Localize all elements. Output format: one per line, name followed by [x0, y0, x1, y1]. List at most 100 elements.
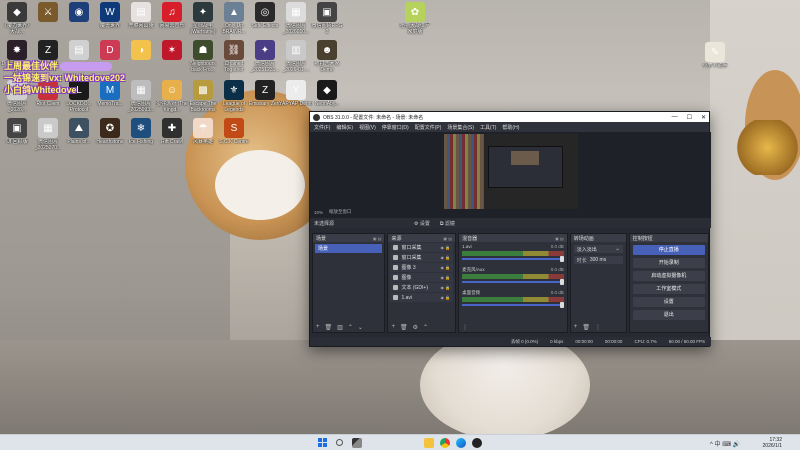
- source-item[interactable]: 1.avi ◉ 🔒: [390, 293, 454, 302]
- add-transition-icon[interactable]: +: [574, 324, 578, 330]
- desktop-icon[interactable]: ✦ 星际战甲 (Warframe): [188, 2, 218, 40]
- edge-icon[interactable]: [456, 438, 466, 448]
- system-tray[interactable]: ^ 中 ⌨ 🔊: [710, 439, 740, 448]
- volume-slider[interactable]: [462, 281, 564, 283]
- source-item[interactable]: 窗口采集 ◉ 🔒: [390, 243, 454, 252]
- mixer-menu-icon[interactable]: ⋮: [462, 324, 468, 331]
- desktop-icon[interactable]: ▣ UI 回顾版: [2, 118, 32, 156]
- task-view-icon[interactable]: [352, 438, 362, 448]
- studio-mode-button[interactable]: 工作室模式: [632, 284, 705, 294]
- settings-button[interactable]: 设置: [632, 297, 705, 307]
- remove-transition-icon[interactable]: 🗑: [582, 324, 590, 331]
- preview-canvas[interactable]: [444, 134, 578, 209]
- exit-button[interactable]: 退出: [632, 310, 705, 320]
- add-scene-icon[interactable]: +: [316, 324, 320, 330]
- desktop-icon[interactable]: ✪ Hearthstone: [95, 118, 125, 156]
- duration-field[interactable]: 时长 300 ms: [573, 256, 623, 264]
- scene-filters-icon[interactable]: ▥: [337, 324, 343, 331]
- source-settings-button[interactable]: ⚙ 设置: [414, 220, 430, 227]
- desktop-icon[interactable]: ▥ 微信图片_2026-01-...: [281, 40, 311, 78]
- menu-tools[interactable]: 工具(T): [480, 124, 496, 131]
- desktop-icon[interactable]: ⛓ Chained Together: [219, 40, 249, 78]
- transition-menu-icon[interactable]: ⋮: [595, 324, 601, 331]
- source-item[interactable]: 图像 3 ◉ 🔒: [390, 263, 454, 272]
- move-up-icon[interactable]: ⌃: [423, 324, 428, 331]
- desktop-icon[interactable]: W 魔兽世界: [95, 2, 125, 40]
- dock-menu-icon[interactable]: ▣ ▤: [555, 236, 564, 241]
- desktop-icon[interactable]: ☻ 被打艺术家 Demo: [312, 40, 342, 78]
- minimize-button[interactable]: —: [672, 114, 678, 121]
- desktop-icon[interactable]: ⚜ League of Legends: [219, 80, 249, 118]
- menu-edit[interactable]: 编辑(E): [336, 124, 353, 131]
- menu-scene-collection[interactable]: 场景集合(S): [447, 124, 474, 131]
- desktop-icon[interactable]: ✚ Rift Crawl: [157, 118, 187, 156]
- obs-titlebar[interactable]: OBS 31.0.0 - 配置文件: 未命名 - 场景: 未命名 — ☐ ✕: [310, 112, 709, 122]
- desktop-icon[interactable]: ♫ 网易云音乐: [157, 2, 187, 40]
- transition-select[interactable]: 淡入淡出 ⌄: [573, 245, 623, 253]
- menu-view[interactable]: 视图(V): [359, 124, 376, 131]
- zoom-value[interactable]: 10%: [314, 210, 323, 215]
- visibility-icon[interactable]: ◉ 🔒: [440, 245, 450, 250]
- desktop-icon[interactable]: ▩ Escape The Backrooms: [188, 80, 218, 118]
- menu-file[interactable]: 文件(F): [314, 124, 330, 131]
- windows-start-icon[interactable]: [318, 438, 328, 448]
- desktop-icon[interactable]: ☗ Neighbours back Fro...: [188, 40, 218, 78]
- menu-help[interactable]: 帮助(H): [502, 124, 519, 131]
- desktop-icon[interactable]: Y YAPYAP Demo: [279, 80, 313, 118]
- start-virtual-camera-button[interactable]: 启动虚拟摄像机: [632, 271, 705, 281]
- desktop-icon[interactable]: ▣ 微信图片RPG 2: [312, 2, 342, 40]
- visibility-icon[interactable]: ◉ 🔒: [440, 255, 450, 260]
- move-down-icon[interactable]: ⌄: [358, 324, 363, 331]
- desktop-icon[interactable]: ☂ 风暴英雄: [188, 118, 218, 156]
- chrome-icon[interactable]: [440, 438, 450, 448]
- source-item[interactable]: 图像 ◉ 🔒: [390, 273, 454, 282]
- file-explorer-icon[interactable]: [424, 438, 434, 448]
- volume-slider[interactable]: [462, 258, 564, 260]
- volume-slider[interactable]: [462, 304, 564, 306]
- visibility-icon[interactable]: ◉ 🔒: [440, 275, 450, 280]
- desktop-icon[interactable]: ✦ 微信图片_20251231...: [250, 40, 280, 78]
- stop-streaming-button[interactable]: 停止直播: [632, 245, 705, 255]
- desktop-icon[interactable]: ✶: [157, 40, 187, 78]
- clock[interactable]: 17:32 2026/1/1: [748, 437, 782, 449]
- source-item[interactable]: 文本 (GDI+) ◉ 🔒: [390, 283, 454, 292]
- desktop-icon[interactable]: ◉: [64, 2, 94, 40]
- visibility-icon[interactable]: ◉ 🔒: [440, 265, 450, 270]
- obs-taskbar-icon[interactable]: [472, 438, 482, 448]
- desktop-icon[interactable]: ▦ 微信图片_2025070...: [33, 118, 63, 156]
- desktop-icon[interactable]: ✿ 植物大战僵尸家庭版: [400, 2, 430, 40]
- move-up-icon[interactable]: ⌃: [348, 324, 353, 331]
- volume-knob[interactable]: [559, 302, 564, 308]
- desktop-icon[interactable]: ❄ Ice Fishing: [126, 118, 156, 156]
- remove-source-icon[interactable]: 🗑: [400, 324, 408, 331]
- start-recording-button[interactable]: 开始录制: [632, 258, 705, 268]
- search-icon[interactable]: [336, 439, 343, 446]
- menu-profile[interactable]: 配置文件(P): [415, 124, 442, 131]
- zoom-label[interactable]: 缩放至窗口: [329, 209, 352, 215]
- source-properties-icon[interactable]: ⚙: [413, 324, 418, 331]
- desktop-icon[interactable]: ✎ 小萝卜助手: [700, 42, 730, 80]
- desktop-icon[interactable]: ◎ Side Effects: [250, 2, 280, 40]
- maximize-button[interactable]: ☐: [687, 114, 692, 121]
- visibility-icon[interactable]: ◉ 🔒: [440, 285, 450, 290]
- desktop-icon[interactable]: ▲ Only Up BRAINR...: [219, 2, 249, 40]
- volume-knob[interactable]: [559, 256, 564, 262]
- desktop-icon[interactable]: ▤ 开菜网山陵: [126, 2, 156, 40]
- source-item[interactable]: 窗口采集 ◉ 🔒: [390, 253, 454, 262]
- desktop-icon[interactable]: Z Emissary Zero: [249, 80, 281, 118]
- menu-docks[interactable]: 停靠窗口(D): [382, 124, 409, 131]
- visibility-icon[interactable]: ◉ 🔒: [440, 295, 450, 300]
- desktop-icon[interactable]: ▦ 微信图片_2026010...: [281, 2, 311, 40]
- close-button[interactable]: ✕: [701, 114, 706, 121]
- desktop-icon[interactable]: S S.C.K Centre: [219, 118, 249, 156]
- remove-scene-icon[interactable]: 🗑: [325, 324, 333, 331]
- dock-menu-icon[interactable]: ▣ ▤: [443, 236, 452, 241]
- volume-knob[interactable]: [559, 279, 564, 285]
- desktop-icon[interactable]: ⛰ Plains of...: [64, 118, 94, 156]
- scene-item[interactable]: 场景: [315, 244, 383, 253]
- dock-menu-icon[interactable]: ▣ ▤: [373, 236, 382, 241]
- desktop-icon[interactable]: ☺ 蛋仔派对 (The Kingd...: [156, 80, 188, 118]
- source-filters-button[interactable]: ⧉ 滤镜: [440, 220, 455, 227]
- desktop-icon[interactable]: ◆ 《魔力世界》大战...: [2, 2, 32, 40]
- add-source-icon[interactable]: +: [391, 324, 395, 330]
